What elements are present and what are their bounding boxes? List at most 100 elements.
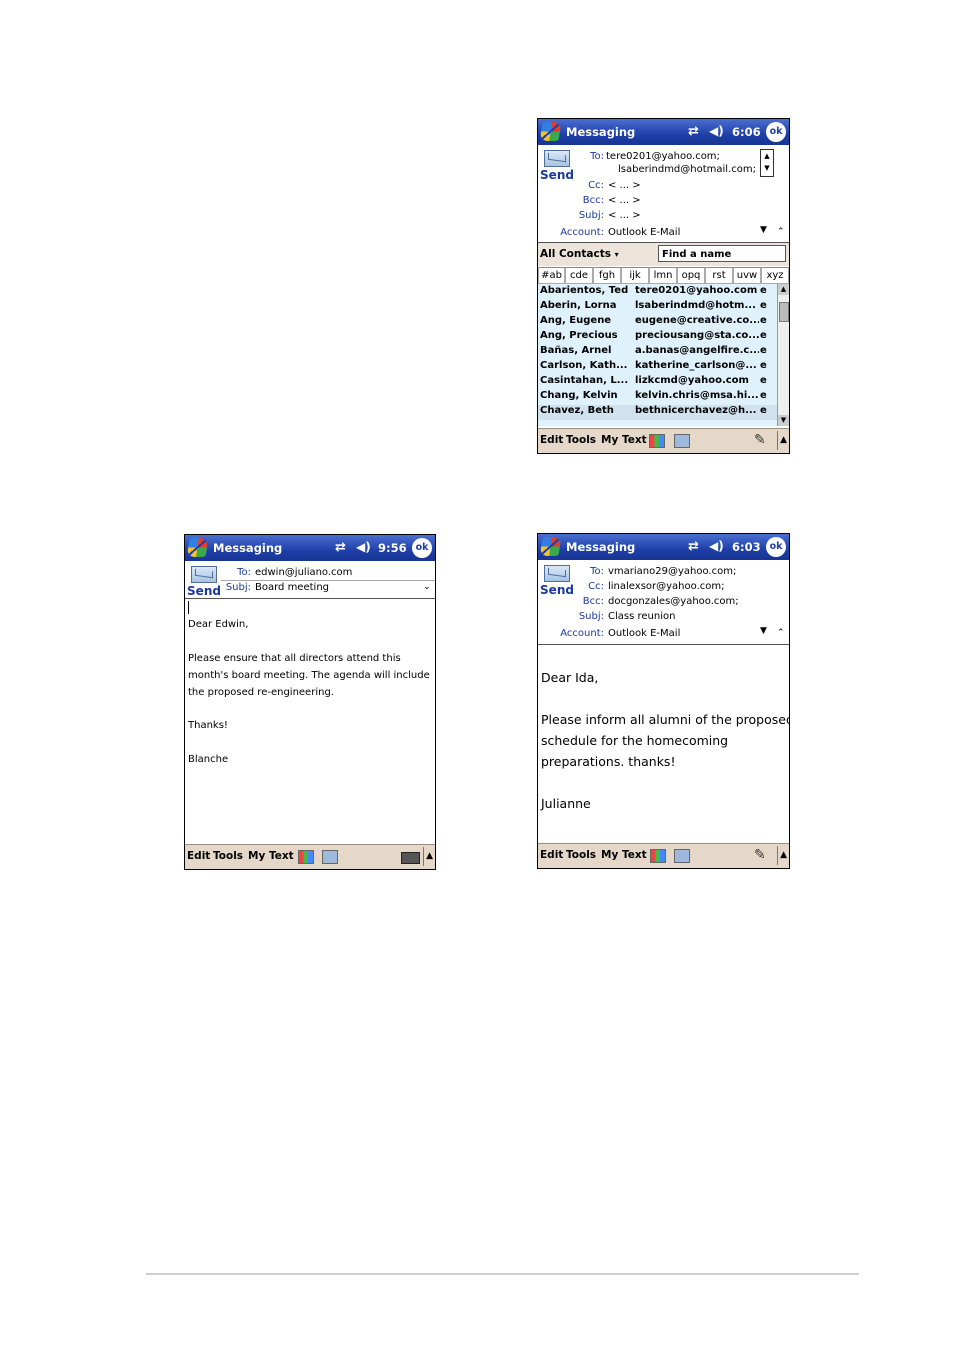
ok-button[interactable]: ok — [766, 537, 786, 557]
body-signature: Julianne — [541, 796, 591, 811]
start-menu-icon[interactable] — [540, 122, 562, 141]
sync-icon[interactable]: ⇄ — [335, 540, 343, 555]
menu-bar: Edit Tools My Text ▲ — [185, 844, 435, 869]
contacts-filter-label: All Contacts — [540, 248, 611, 260]
menu-edit[interactable]: Edit — [187, 850, 210, 862]
account-label: Account: — [548, 227, 604, 238]
collapse-header-icon[interactable]: ⌃ — [777, 227, 785, 237]
contact-row[interactable]: Chang, Kelvin kelvin.chris@msa.hi... e — [538, 390, 777, 405]
tab-xyz[interactable]: xyz — [761, 267, 789, 284]
to-field[interactable]: To: vmariano29@yahoo.com; — [538, 566, 788, 579]
cc-label: Cc: — [570, 581, 604, 592]
account-field[interactable]: Account: Outlook E-Mail ▼ ⌃ — [538, 227, 788, 240]
expand-header-icon[interactable]: ⌄ — [423, 582, 431, 592]
volume-icon[interactable]: ◀︎) — [356, 540, 371, 554]
menu-my-text[interactable]: My Text — [601, 434, 647, 446]
menu-my-text[interactable]: My Text — [601, 849, 647, 861]
keyboard-icon[interactable] — [401, 852, 420, 864]
attachment-icon[interactable] — [322, 850, 338, 864]
contact-type: e — [760, 300, 767, 311]
volume-icon[interactable]: ◀︎) — [709, 539, 724, 553]
pen-input-icon[interactable]: ✎ — [754, 432, 766, 448]
contact-email: lizkcmd@yahoo.com — [635, 375, 759, 386]
body-closing: Thanks! — [188, 720, 228, 731]
scroll-down-icon[interactable]: ▼ — [778, 415, 789, 426]
attachment-icon[interactable] — [674, 849, 690, 863]
tab-uvw[interactable]: uvw — [733, 267, 761, 284]
insert-picture-icon[interactable] — [649, 434, 665, 448]
contact-row[interactable]: Carlson, Kath... katherine_carlson@... e — [538, 360, 777, 375]
contact-row[interactable]: Ang, Precious preciousang@sta.co... e — [538, 330, 777, 345]
start-menu-icon[interactable] — [540, 537, 562, 556]
input-panel-toggle-icon[interactable]: ▲ — [423, 847, 433, 866]
contact-name: Bañas, Arnel — [540, 345, 632, 356]
contact-type: e — [760, 390, 767, 401]
clock[interactable]: 9:56 — [378, 541, 407, 555]
scroll-up-icon[interactable]: ▲ — [778, 284, 789, 295]
contacts-scrollbar[interactable]: ▲ ▼ — [777, 284, 789, 426]
input-panel-toggle-icon[interactable]: ▲ — [777, 431, 787, 450]
insert-picture-icon[interactable] — [298, 850, 314, 864]
pen-input-icon[interactable]: ✎ — [754, 847, 766, 863]
start-menu-icon[interactable] — [187, 538, 209, 557]
tab-lmn[interactable]: lmn — [649, 267, 677, 284]
sync-icon[interactable]: ⇄ — [688, 539, 696, 554]
volume-icon[interactable]: ◀︎) — [709, 124, 724, 138]
subject-label: Subj: — [570, 611, 604, 622]
bcc-field[interactable]: Bcc: < ... > — [538, 195, 778, 208]
insert-picture-icon[interactable] — [650, 849, 666, 863]
contact-row[interactable]: Casintahan, L... lizkcmd@yahoo.com e — [538, 375, 777, 390]
menu-edit[interactable]: Edit — [540, 849, 563, 861]
subject-field[interactable]: Subj: Board meeting ⌄ — [185, 582, 435, 595]
tab-opq[interactable]: opq — [677, 267, 705, 284]
bcc-label: Bcc: — [570, 596, 604, 607]
contact-row[interactable]: Chavez, Beth bethnicerchavez@h... e — [538, 405, 777, 420]
contact-email: lsaberindmd@hotm... — [635, 300, 759, 311]
clock[interactable]: 6:06 — [732, 125, 761, 139]
to-field[interactable]: To: edwin@juliano.com — [185, 567, 435, 580]
screenshot-message-class-reunion: Messaging ⇄ ◀︎) 6:03 ok Send To: vmarian… — [537, 533, 790, 869]
tab-cde[interactable]: cde — [565, 267, 593, 284]
account-value: Outlook E-Mail — [608, 227, 680, 238]
menu-bar: Edit Tools My Text ✎ ▲ — [538, 843, 789, 868]
to-field[interactable]: To: tere0201@yahoo.com; lsaberindmd@hotm… — [538, 151, 758, 177]
menu-tools[interactable]: Tools — [213, 850, 243, 862]
title-bar: Messaging ⇄ ◀︎) 6:06 ok — [538, 119, 789, 145]
ok-button[interactable]: ok — [766, 122, 786, 142]
message-body[interactable]: Dear Ida, Please inform all alumni of th… — [538, 645, 789, 843]
scroll-thumb[interactable] — [779, 302, 789, 322]
contact-row[interactable]: Ang, Eugene eugene@creative.co... e — [538, 315, 777, 330]
menu-tools[interactable]: Tools — [566, 849, 596, 861]
sync-icon[interactable]: ⇄ — [688, 124, 696, 139]
contact-row[interactable]: Abarientos, Ted tere0201@yahoo.com e — [538, 285, 777, 300]
find-name-input[interactable]: Find a name — [658, 245, 786, 262]
tab-ab[interactable]: #ab — [538, 267, 565, 284]
tab-fgh[interactable]: fgh — [593, 267, 621, 284]
subject-field[interactable]: Subj: < ... > — [538, 210, 778, 223]
attachment-icon[interactable] — [674, 434, 690, 448]
contact-email: kelvin.chris@msa.hi... — [635, 390, 759, 401]
contact-type: e — [760, 405, 767, 416]
account-dropdown-icon[interactable]: ▼ — [760, 225, 767, 235]
contact-row[interactable]: Aberin, Lorna lsaberindmd@hotm... e — [538, 300, 777, 315]
cc-field[interactable]: Cc: linalexsor@yahoo.com; — [538, 581, 788, 594]
tab-rst[interactable]: rst — [705, 267, 733, 284]
account-field[interactable]: Account: Outlook E-Mail ▼ ⌃ — [538, 628, 788, 641]
menu-edit[interactable]: Edit — [540, 434, 563, 446]
collapse-header-icon[interactable]: ⌃ — [777, 628, 785, 638]
recipient-scroll[interactable]: ▲▼ — [760, 149, 774, 177]
menu-tools[interactable]: Tools — [566, 434, 596, 446]
menu-my-text[interactable]: My Text — [248, 850, 294, 862]
tab-ijk[interactable]: ijk — [621, 267, 649, 284]
to-label: To: — [570, 151, 604, 162]
contacts-filter-dropdown[interactable]: All Contacts ▾ — [540, 248, 619, 260]
ok-button[interactable]: ok — [412, 538, 432, 558]
clock[interactable]: 6:03 — [732, 540, 761, 554]
contact-row[interactable]: Bañas, Arnel a.banas@angelfire.c... e — [538, 345, 777, 360]
message-body[interactable]: Dear Edwin, Please ensure that all direc… — [185, 599, 435, 844]
cc-field[interactable]: Cc: < ... > — [538, 180, 778, 193]
account-dropdown-icon[interactable]: ▼ — [760, 626, 767, 636]
bcc-field[interactable]: Bcc: docgonzales@yahoo.com; — [538, 596, 788, 609]
input-panel-toggle-icon[interactable]: ▲ — [777, 846, 787, 865]
subject-field[interactable]: Subj: Class reunion — [538, 611, 788, 624]
